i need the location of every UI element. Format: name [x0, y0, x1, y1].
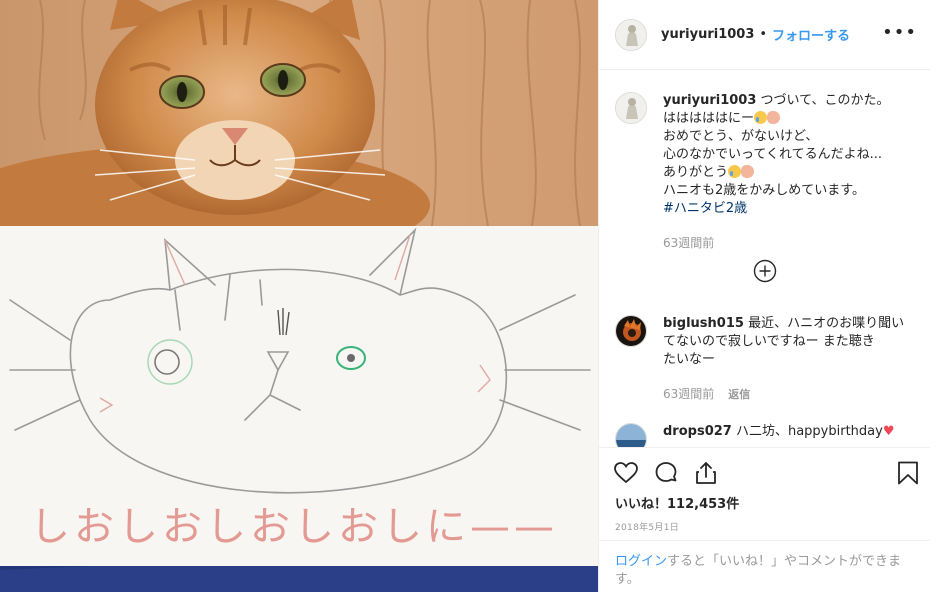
comment-text: biglush015 最近、ハニオのお喋り聞い てないので寂しいですねー また聴…: [663, 315, 913, 404]
caption-username[interactable]: yuriyuri1003: [663, 93, 756, 108]
comment-line: てないので寂しいですねー また聴き: [663, 334, 875, 349]
share-icon[interactable]: [693, 460, 719, 486]
post-header: yuriyuri1003 • フォローする •••: [599, 0, 930, 70]
like-count[interactable]: いいね！112,453件: [615, 493, 739, 512]
post-date[interactable]: 2018年5月1日: [615, 520, 679, 533]
caption-time[interactable]: 63週間前: [663, 234, 913, 252]
comment-line: たいなー: [663, 352, 716, 367]
login-prompt: ログインすると「いいね！」やコメントができます。: [599, 540, 930, 592]
crying-face-icon: [754, 111, 768, 124]
avatar-image: [616, 424, 646, 447]
comment-item: drops027 ハ二坊、happybirthday♥: [615, 423, 913, 447]
author-username[interactable]: yuriyuri1003: [661, 27, 754, 42]
avatar-image: [616, 93, 646, 123]
cat-photo-image: しおしおしおしおしに——: [0, 0, 598, 592]
caption-text: yuriyuri1003 つづいて、このかた。 はははははにー おめでとう、がな…: [663, 92, 913, 252]
follow-button[interactable]: フォローする: [772, 25, 850, 44]
author-avatar[interactable]: [615, 18, 647, 51]
crying-face-icon: [728, 165, 742, 178]
action-bar: [599, 447, 930, 499]
avatar-image: [616, 316, 646, 346]
post-photo[interactable]: しおしおしおしおしに——: [0, 0, 598, 592]
heart-emoji-icon: ♥: [882, 424, 895, 439]
load-more-comments-icon[interactable]: [753, 259, 777, 283]
caption-line: ハニオも2歳をかみしめています。: [663, 183, 865, 198]
caption-line: つづいて、このかた。: [760, 93, 890, 108]
clapping-hands-icon: [741, 165, 755, 178]
caption-line: 心のなかでいってくれてるんだよね...: [663, 147, 882, 162]
like-heart-icon[interactable]: [613, 460, 639, 486]
comments-list[interactable]: yuriyuri1003 つづいて、このかた。 はははははにー おめでとう、がな…: [599, 71, 930, 447]
header-separator: •: [759, 27, 768, 42]
commenter-username[interactable]: biglush015: [663, 316, 744, 331]
post-sidebar: yuriyuri1003 • フォローする ••• yuriyuri1003 つ…: [598, 0, 930, 592]
commenter-avatar[interactable]: [615, 423, 647, 447]
comment-line: ハ二坊、happybirthday: [735, 424, 883, 439]
avatar-image: [616, 19, 646, 50]
clapping-hands-icon: [767, 111, 781, 124]
comment-bubble-icon[interactable]: [653, 460, 679, 486]
caption-line: おめでとう、がないけど、: [663, 129, 819, 144]
comment-line: 最近、ハニオのお喋り聞い: [748, 316, 905, 331]
commenter-username[interactable]: drops027: [663, 424, 732, 439]
comment-time[interactable]: 63週間前: [663, 387, 714, 401]
save-bookmark-icon[interactable]: [895, 460, 921, 486]
commenter-avatar[interactable]: [615, 315, 647, 347]
caption-avatar[interactable]: [615, 92, 647, 124]
hashtag-link[interactable]: #ハニタビ2歳: [663, 200, 913, 218]
caption-line: はははははにー: [663, 111, 755, 126]
caption-line: ありがとう: [663, 165, 729, 180]
comment-item: biglush015 最近、ハニオのお喋り聞い てないので寂しいですねー また聴…: [615, 315, 913, 404]
comment-text: drops027 ハ二坊、happybirthday♥: [663, 423, 913, 447]
drawing-handwriting: しおしおしおしおしに——: [30, 504, 558, 550]
caption-item: yuriyuri1003 つづいて、このかた。 はははははにー おめでとう、がな…: [615, 92, 913, 252]
reply-button[interactable]: 返信: [728, 388, 750, 401]
more-options-icon[interactable]: •••: [882, 24, 917, 42]
login-link[interactable]: ログイン: [615, 554, 667, 569]
